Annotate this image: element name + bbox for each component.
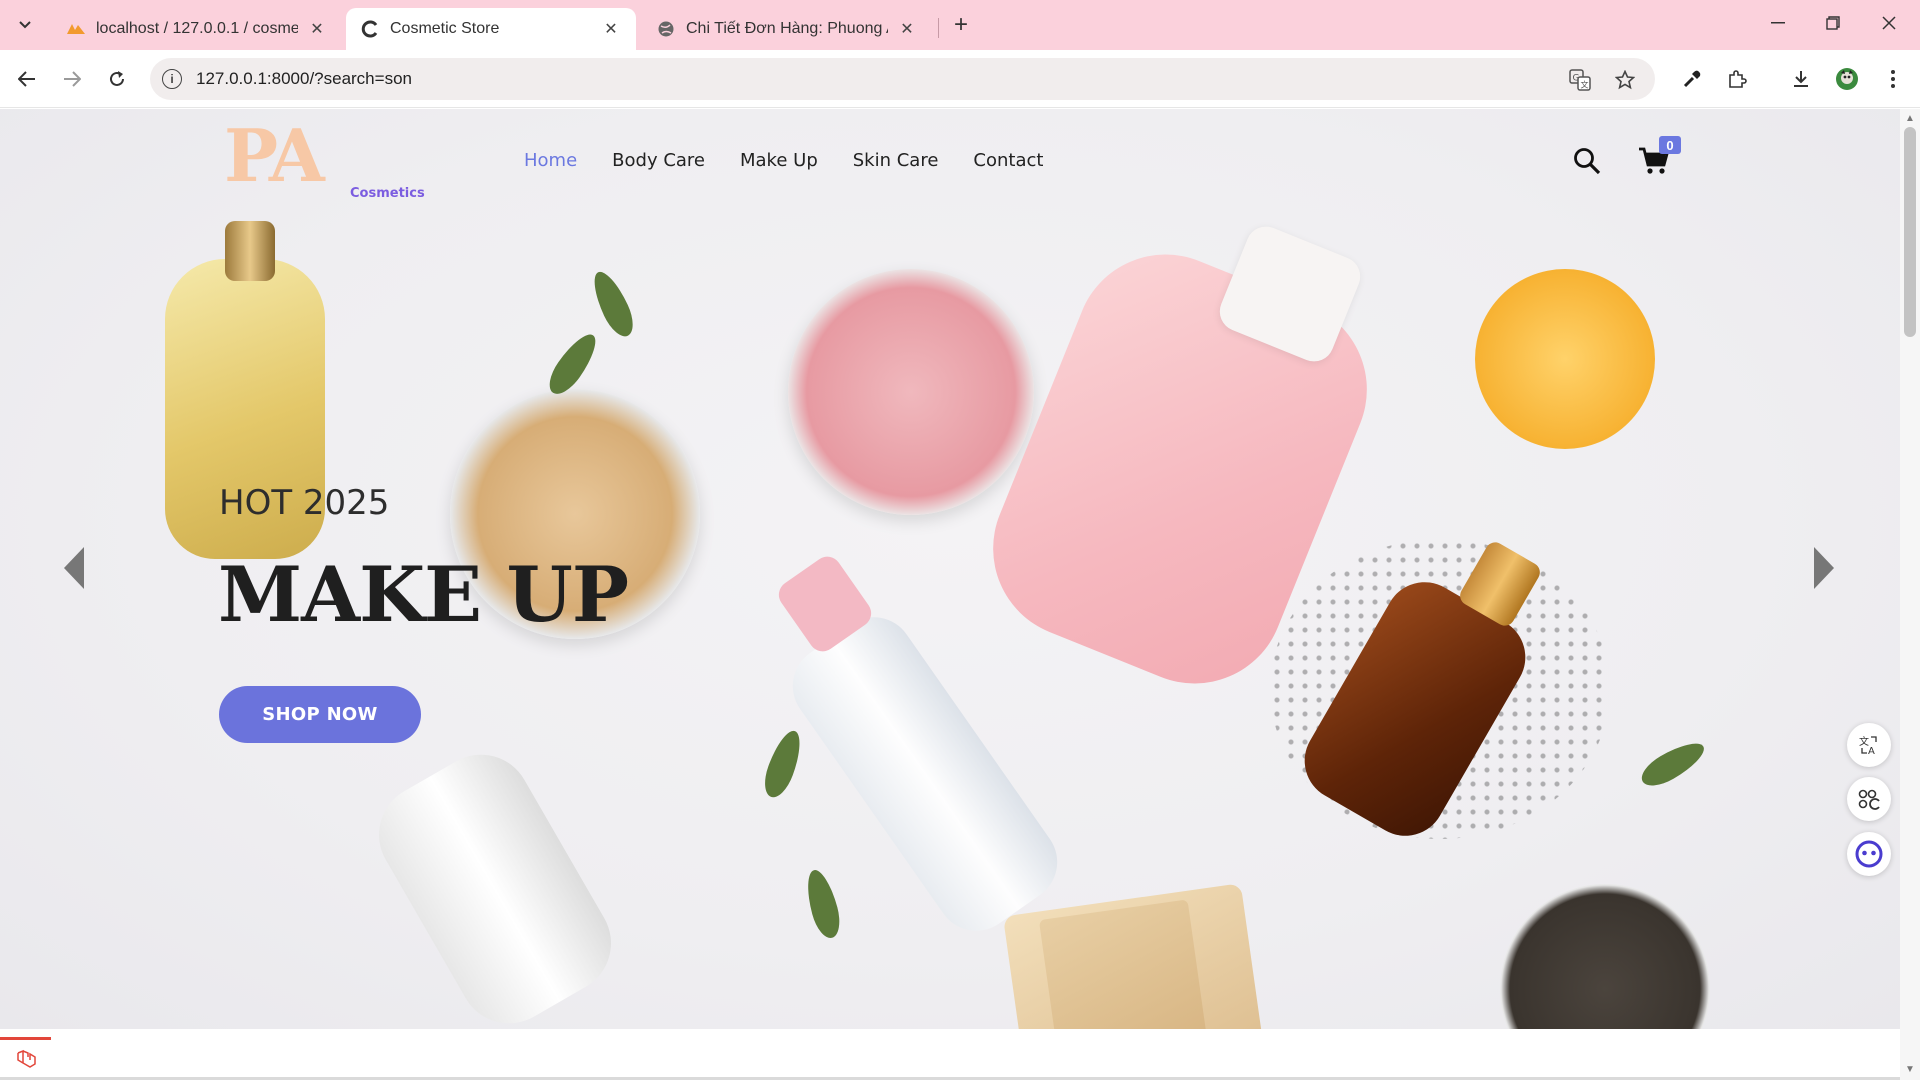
chia-bowl-image: [1500, 884, 1710, 1029]
tab-search-button[interactable]: [10, 12, 40, 38]
leaf-image: [758, 726, 808, 802]
loading-icon: [360, 19, 380, 39]
cart-count-badge: 0: [1659, 136, 1681, 154]
page-section-below: [0, 1029, 1900, 1080]
close-window-button[interactable]: [1866, 8, 1912, 38]
download-icon[interactable]: [1786, 64, 1816, 94]
triangle-right-icon: [1814, 547, 1834, 589]
close-tab-icon[interactable]: ✕: [896, 18, 918, 40]
reload-icon: [110, 71, 124, 86]
nav-make-up[interactable]: Make Up: [740, 150, 818, 171]
restore-button[interactable]: [1810, 8, 1856, 38]
browser-toolbar: i 127.0.0.1:8000/?search=son G文: [0, 50, 1920, 108]
url-text[interactable]: 127.0.0.1:8000/?search=son: [196, 69, 412, 89]
translate-float-button[interactable]: 文A: [1847, 723, 1891, 767]
address-bar[interactable]: i 127.0.0.1:8000/?search=son G文: [150, 58, 1655, 100]
slider-prev-button[interactable]: [60, 545, 86, 591]
arrow-right-icon: [64, 71, 81, 87]
assistant-float-button[interactable]: [1847, 832, 1891, 876]
leaf-image: [586, 266, 640, 342]
globe-icon: [656, 19, 676, 39]
soap-bar-image: [1002, 883, 1268, 1029]
tab-phpmyadmin[interactable]: localhost / 127.0.0.1 / cosmetic ✕: [52, 8, 342, 50]
arrow-left-icon: [18, 71, 35, 87]
page-scrollbar[interactable]: ▲ ▼: [1900, 109, 1920, 1080]
pink-salt-bowl-image: [788, 269, 1034, 515]
extensions-icon[interactable]: [1722, 64, 1752, 94]
forward-button[interactable]: [57, 64, 87, 94]
close-tab-icon[interactable]: ✕: [306, 18, 328, 40]
eyedropper-icon[interactable]: [1677, 64, 1707, 94]
phpmyadmin-icon: [66, 19, 86, 39]
profile-avatar-icon[interactable]: [1832, 64, 1862, 94]
tools-float-button[interactable]: [1847, 777, 1891, 821]
tab-order-detail[interactable]: Chi Tiết Đơn Hàng: Phuong Anh ✕: [642, 8, 932, 50]
hero-subtitle: HOT 2025: [219, 483, 390, 523]
assistant-face-icon: [1855, 840, 1883, 868]
scroll-up-icon[interactable]: ▲: [1904, 113, 1916, 125]
minimize-icon: [1771, 22, 1785, 24]
restore-icon: [1826, 16, 1840, 30]
shortcut-icon: [1858, 789, 1880, 810]
minimize-button[interactable]: [1755, 8, 1801, 38]
chevron-down-icon: [19, 21, 31, 29]
menu-kebab-icon[interactable]: [1878, 64, 1908, 94]
shop-now-button[interactable]: SHOP NOW: [219, 686, 421, 743]
close-icon: [1882, 16, 1896, 30]
tab-title: Chi Tiết Đơn Hàng: Phuong Anh: [686, 20, 888, 37]
nav-body-care[interactable]: Body Care: [612, 150, 705, 171]
bookmark-star-icon[interactable]: [1613, 68, 1637, 92]
triangle-left-icon: [64, 547, 84, 589]
leaf-image: [801, 866, 845, 942]
slider-next-button[interactable]: [1812, 545, 1838, 591]
tab-cosmetic-store[interactable]: Cosmetic Store ✕: [346, 8, 636, 50]
logo-subtitle: Cosmetics: [350, 186, 425, 201]
header-search-button[interactable]: [1572, 146, 1602, 176]
orange-slice-image: [1475, 269, 1655, 449]
new-tab-button[interactable]: +: [948, 11, 974, 38]
tab-title: localhost / 127.0.0.1 / cosmetic: [96, 20, 298, 37]
nav-skin-care[interactable]: Skin Care: [853, 150, 939, 171]
back-button[interactable]: [12, 64, 42, 94]
tab-title: Cosmetic Store: [390, 20, 500, 37]
search-icon: [1574, 148, 1601, 175]
oil-bottle-cap-image: [225, 221, 275, 281]
site-logo[interactable]: PA Cosmetics: [224, 113, 425, 202]
scrollbar-thumb[interactable]: [1904, 127, 1916, 337]
scroll-down-icon[interactable]: ▼: [1904, 1064, 1916, 1076]
svg-text:A: A: [1868, 746, 1875, 756]
nav-contact[interactable]: Contact: [973, 150, 1043, 171]
laravel-debugbar-icon[interactable]: [0, 1037, 51, 1080]
browser-tab-bar: localhost / 127.0.0.1 / cosmetic ✕ Cosme…: [0, 0, 1920, 50]
translate-icon: 文A: [1859, 735, 1877, 756]
nav-home[interactable]: Home: [524, 150, 577, 171]
tab-separator: [938, 18, 939, 38]
leaf-image: [1636, 735, 1710, 793]
close-tab-icon[interactable]: ✕: [600, 18, 622, 40]
reload-button[interactable]: [102, 64, 132, 94]
site-info-icon[interactable]: i: [162, 69, 182, 89]
logo-mark: PA: [224, 113, 325, 198]
main-nav: Home Body Care Make Up Skin Care Contact: [524, 150, 1078, 171]
translate-icon[interactable]: G文: [1568, 68, 1592, 92]
svg-text:文: 文: [1581, 80, 1589, 90]
hero-title: MAKE UP: [218, 550, 629, 639]
white-serum-bottle-image: [360, 736, 630, 1029]
